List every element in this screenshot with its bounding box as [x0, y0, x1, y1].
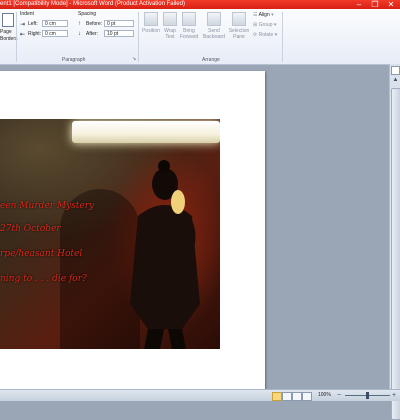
restore-button[interactable]: ❐ — [368, 0, 382, 9]
indent-right-label: Right: — [28, 31, 42, 37]
zoom-out-button[interactable]: − — [337, 391, 341, 400]
invitation-line-4: ning to . . . die for? — [0, 274, 87, 284]
person-figure — [130, 160, 200, 349]
indent-right-icon: ⇤ — [20, 32, 26, 38]
minimize-button[interactable]: – — [352, 0, 366, 9]
rotate-button[interactable]: ⟳ Rotate ▾ — [253, 32, 277, 38]
align-button[interactable]: ☰ Align ▾ — [253, 12, 274, 18]
send-backward-icon — [207, 12, 221, 26]
spacing-after-icon: ↓ — [78, 31, 81, 37]
position-label: Position — [142, 28, 160, 34]
wrap-text-label-2: Text — [165, 34, 175, 40]
invitation-line-2: 27th October — [0, 224, 61, 234]
position-icon — [144, 12, 158, 26]
zoom-in-button[interactable]: + — [392, 391, 396, 400]
selection-pane-label-2: Pane — [233, 34, 245, 40]
paragraph-group-label: Paragraph — [62, 57, 86, 63]
zoom-slider-thumb[interactable] — [366, 392, 369, 399]
indent-right-input[interactable]: 0 cm — [42, 30, 68, 37]
group-label: Group — [258, 22, 273, 28]
bring-forward-button[interactable]: Bring Forward — [178, 12, 200, 40]
rotate-icon: ⟳ — [253, 32, 258, 38]
group-button[interactable]: ⊞ Group ▾ — [253, 22, 276, 28]
ribbon: Page Borders Indent ⇥ Left: 0 cm ⇤ Right… — [0, 9, 400, 65]
indent-left-label: Left: — [28, 21, 38, 27]
window-title: ent1 [Compatibility Mode] - Microsoft Wo… — [0, 1, 185, 7]
selection-pane-icon — [232, 12, 246, 26]
invitation-line-1: een Murder Mystery — [0, 201, 95, 211]
align-icon: ☰ — [253, 12, 258, 18]
indent-label: Indent — [20, 11, 34, 17]
bring-forward-icon — [182, 12, 196, 26]
spacing-before-input[interactable]: 0 pt — [104, 20, 134, 27]
send-backward-button[interactable]: Send Backward — [203, 12, 225, 40]
title-bar: ent1 [Compatibility Mode] - Microsoft Wo… — [0, 0, 400, 9]
spacing-label: Spacing — [78, 11, 97, 17]
send-backward-label-2: Backward — [203, 34, 225, 40]
ceiling-light — [72, 121, 220, 143]
bring-forward-label-2: Forward — [179, 34, 199, 40]
page-borders-label-1: Page — [0, 29, 12, 35]
indent-left-icon: ⇥ — [20, 22, 26, 28]
group-separator — [282, 12, 283, 62]
spacing-before-icon: ↑ — [78, 21, 81, 27]
group-separator — [138, 12, 139, 62]
indent-left-input[interactable]: 0 cm — [42, 20, 68, 27]
spacing-after-label: After: — [86, 31, 98, 37]
align-label: Align — [258, 12, 270, 18]
page-borders-label-2: Borders — [0, 36, 18, 42]
paragraph-dialog-launcher-icon[interactable]: ↘ — [132, 56, 136, 62]
invitation-line-3: rpe/heasant Hotel — [0, 249, 83, 259]
page-borders-icon — [2, 13, 14, 27]
rotate-label: Rotate — [258, 32, 274, 38]
invitation-image[interactable]: een Murder Mystery 27th October rpe/heas… — [0, 119, 220, 349]
group-separator — [16, 12, 17, 62]
close-button[interactable]: ✕ — [384, 0, 398, 9]
vertical-scrollbar[interactable]: ▲ — [389, 64, 400, 420]
spacing-before-label: Before: — [86, 21, 103, 27]
wrap-text-icon — [163, 12, 177, 26]
zoom-level[interactable]: 100% — [318, 391, 331, 400]
view-ruler-icon[interactable] — [391, 66, 400, 75]
spacing-after-input[interactable]: 10 pt — [104, 30, 134, 37]
scrollbar-thumb[interactable] — [391, 88, 400, 420]
selection-pane-button[interactable]: Selection Pane — [228, 12, 250, 40]
page-borders-button[interactable]: Page Borders — [0, 13, 18, 47]
status-bar: 100% − + — [0, 389, 400, 401]
scroll-up-icon[interactable]: ▲ — [390, 76, 400, 84]
arrange-group-label: Arrange — [202, 57, 220, 63]
group-icon: ⊞ — [253, 22, 258, 28]
